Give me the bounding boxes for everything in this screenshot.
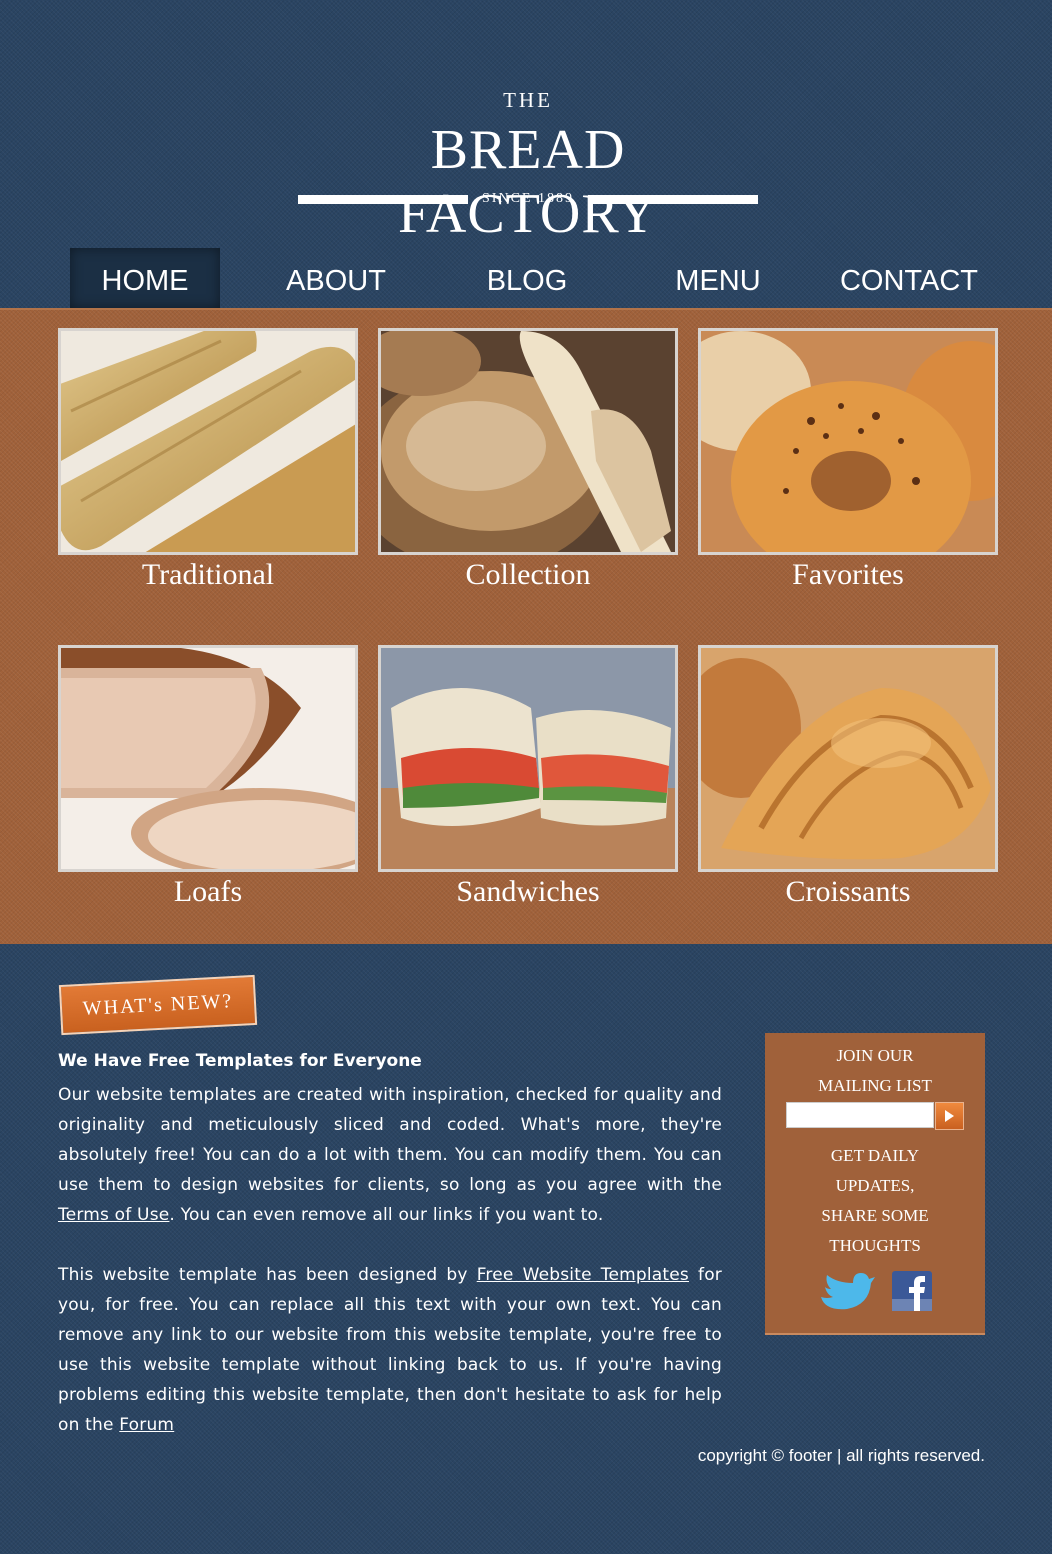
nav-contact[interactable]: CONTACT (834, 248, 984, 308)
nav-about[interactable]: ABOUT (261, 248, 411, 308)
assorted-bread-photo[interactable] (378, 328, 678, 555)
logo-the-text: THE (503, 88, 553, 112)
main-nav: HOME ABOUT BLOG MENU CONTACT (50, 248, 1000, 308)
whats-new-content: We Have Free Templates for Everyone Our … (58, 1046, 722, 1440)
baguettes-photo[interactable] (58, 328, 358, 555)
twitter-icon[interactable] (817, 1271, 875, 1318)
bagels-photo[interactable] (698, 328, 998, 555)
tile-traditional[interactable]: Traditional (58, 328, 358, 598)
content-paragraph-2: This website template has been designed … (58, 1265, 722, 1435)
sliced-loaf-photo[interactable] (58, 645, 358, 872)
sandwich-photo[interactable] (378, 645, 678, 872)
tile-caption[interactable]: Sandwiches (378, 875, 678, 909)
tile-loafs[interactable]: Loafs (58, 645, 358, 915)
tile-sandwiches[interactable]: Sandwiches (378, 645, 678, 915)
tile-caption[interactable]: Collection (378, 558, 678, 592)
content-paragraph-1: Our website templates are created with i… (58, 1085, 722, 1225)
mailing-list-title: JOIN OUR MAILING LIST (818, 1046, 932, 1095)
tile-croissants[interactable]: Croissants (698, 645, 998, 915)
logo-name-text: BREAD FACTORY (397, 119, 659, 245)
nav-menu[interactable]: MENU (643, 248, 793, 308)
croissant-photo[interactable] (698, 645, 998, 872)
terms-of-use-link[interactable]: Terms of Use (58, 1205, 169, 1225)
tile-caption[interactable]: Croissants (698, 875, 998, 909)
whats-new-badge: WHAT's NEW? (58, 974, 258, 1036)
logo-bar-right (588, 195, 758, 204)
free-website-templates-link[interactable]: Free Website Templates (477, 1265, 689, 1285)
email-input[interactable] (786, 1102, 934, 1128)
product-gallery: Traditional Collection Favorites Loafs S… (0, 308, 1052, 944)
subscribe-button[interactable] (935, 1102, 964, 1130)
tile-caption[interactable]: Favorites (698, 558, 998, 592)
tile-caption[interactable]: Loafs (58, 875, 358, 909)
tile-caption[interactable]: Traditional (58, 558, 358, 592)
nav-blog[interactable]: BLOG (452, 248, 602, 308)
logo-since-text: SINCE 1889 (482, 191, 574, 206)
nav-home[interactable]: HOME (70, 248, 220, 308)
content-heading: We Have Free Templates for Everyone (58, 1051, 422, 1071)
mailing-list-box: JOIN OUR MAILING LIST GET DAILY UPDATES,… (765, 1033, 985, 1335)
logo-bar-left (298, 195, 468, 204)
tile-favorites[interactable]: Favorites (698, 328, 998, 598)
forum-link[interactable]: Forum (119, 1415, 174, 1435)
tile-collection[interactable]: Collection (378, 328, 678, 598)
site-logo[interactable]: THE BREAD FACTORY SINCE 1889 (296, 88, 760, 245)
footer-copyright: copyright © footer | all rights reserved… (697, 1446, 985, 1465)
mailing-updates-text: GET DAILY UPDATES, SHARE SOME THOUGHTS (821, 1146, 929, 1255)
play-arrow-icon (945, 1110, 954, 1122)
facebook-icon[interactable] (892, 1271, 932, 1316)
